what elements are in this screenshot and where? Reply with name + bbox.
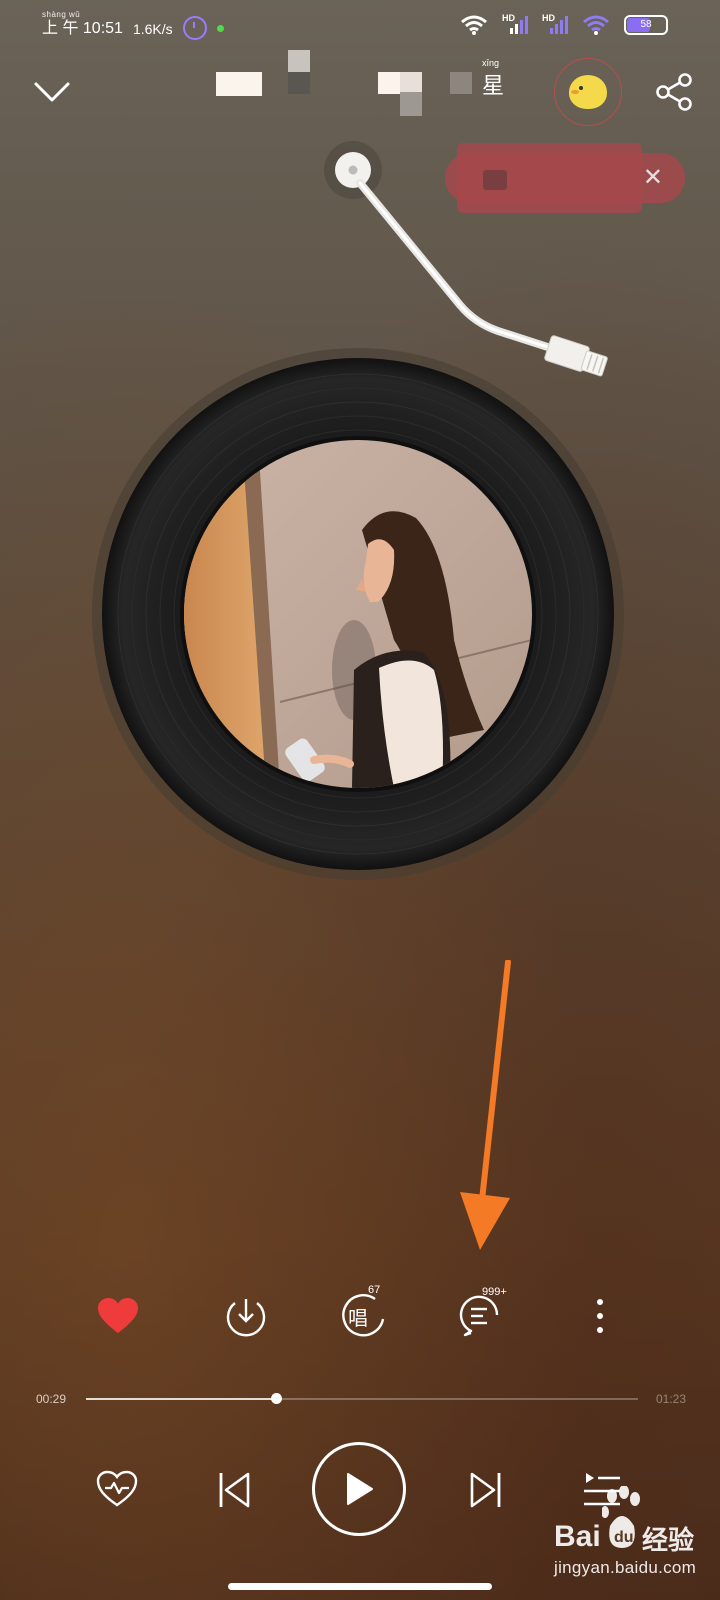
wifi-2-icon — [583, 15, 609, 35]
paw-logo-icon: du — [602, 1486, 640, 1548]
current-time: 00:29 — [36, 1392, 67, 1406]
svg-text:du: du — [614, 1529, 634, 1546]
watermark-brand: Bai — [554, 1520, 601, 1553]
favorite-mode-button[interactable] — [94, 1466, 140, 1512]
sing-button[interactable]: 唱 67 — [336, 1284, 392, 1344]
collapse-button[interactable] — [30, 78, 74, 108]
share-button[interactable] — [655, 72, 695, 112]
heart-filled-icon — [98, 1298, 138, 1333]
share-icon — [656, 73, 692, 111]
battery-icon: 58 — [624, 15, 668, 35]
signal-1-icon: HD — [502, 13, 528, 35]
chevron-down-icon — [34, 82, 70, 102]
sing-count: 67 — [368, 1284, 381, 1296]
play-button[interactable] — [312, 1442, 406, 1536]
progress-fill — [86, 1398, 276, 1400]
comment-button[interactable]: 999+ — [452, 1286, 508, 1344]
status-bar-left: shàng wǔ 上 午 10:51 1.6K/s — [42, 10, 224, 40]
wifi-icon — [461, 15, 487, 35]
title-mosaic — [216, 72, 262, 96]
next-button[interactable] — [466, 1468, 506, 1512]
banner-close-button[interactable]: ✕ — [643, 165, 663, 191]
status-bar-right: HD HD 58 — [460, 13, 668, 36]
album-art — [184, 440, 532, 788]
more-icon — [597, 1299, 603, 1333]
more-button[interactable] — [572, 1288, 628, 1344]
hd-label-2: HD — [542, 13, 555, 23]
comment-count: 999+ — [482, 1286, 507, 1298]
next-icon — [470, 1472, 501, 1508]
progress-thumb[interactable] — [271, 1393, 282, 1404]
previous-button[interactable] — [214, 1468, 254, 1512]
title-glyph: 星 — [482, 73, 505, 98]
sing-glyph: 唱 — [348, 1308, 368, 1330]
like-button[interactable] — [90, 1288, 146, 1344]
notification-dot-icon — [216, 25, 224, 32]
title-superscript: xīng — [482, 58, 500, 68]
hd-label-1: HD — [502, 13, 515, 23]
clock-pinyin: shàng wǔ — [42, 10, 81, 19]
clock: shàng wǔ 上 午 10:51 — [42, 10, 123, 38]
watermark-brand-suffix: 经验 — [642, 1525, 695, 1555]
baidu-jingyan-watermark: Bai du 经验 jingyan.baidu.com — [554, 1476, 714, 1586]
download-button[interactable] — [218, 1288, 274, 1344]
alarm-icon — [182, 16, 207, 40]
download-icon — [226, 1299, 266, 1337]
battery-level: 58 — [640, 19, 652, 30]
previous-icon — [219, 1472, 250, 1508]
play-icon — [347, 1473, 373, 1505]
watermark-url: jingyan.baidu.com — [554, 1558, 697, 1577]
signal-2-icon: HD — [542, 13, 568, 35]
action-row: 唱 67 999+ — [0, 1284, 720, 1344]
total-time: 01:23 — [656, 1392, 687, 1406]
home-indicator[interactable] — [228, 1583, 492, 1590]
avatar-button[interactable] — [554, 58, 622, 126]
comment-icon — [459, 1295, 499, 1337]
chick-avatar-icon — [569, 75, 607, 109]
annotation-arrow — [460, 960, 511, 1250]
heart-wave-icon — [96, 1470, 138, 1507]
song-title-area[interactable]: xīng 星 — [210, 44, 510, 124]
network-speed: 1.6K/s — [132, 21, 173, 37]
